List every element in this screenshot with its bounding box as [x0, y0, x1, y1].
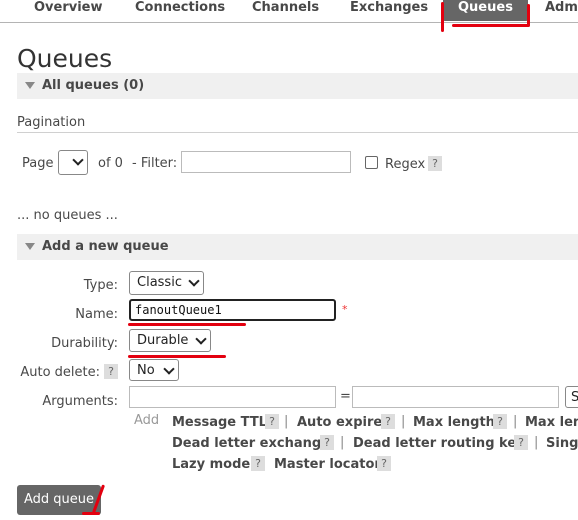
- separator: |: [284, 414, 289, 429]
- arg-max-length[interactable]: Max length: [413, 415, 495, 430]
- add-queue-section-header[interactable]: Add a new queue: [17, 234, 578, 260]
- tab-queues[interactable]: Queues: [443, 0, 528, 21]
- auto-delete-select[interactable]: No: [129, 359, 179, 381]
- filter-input[interactable]: [181, 151, 351, 173]
- arg-master-locator[interactable]: Master locator: [274, 457, 381, 472]
- separator: |: [513, 414, 518, 429]
- help-icon[interactable]: ?: [320, 435, 334, 450]
- page-select[interactable]: [58, 150, 88, 175]
- tab-connections[interactable]: Connections: [135, 0, 225, 21]
- separator: |: [340, 435, 345, 450]
- argument-key-input[interactable]: [129, 386, 336, 408]
- help-icon[interactable]: ?: [428, 156, 442, 171]
- help-icon[interactable]: ?: [493, 414, 507, 429]
- add-queue-button[interactable]: Add queue: [17, 485, 101, 515]
- annotation-mark: [527, 4, 530, 26]
- arg-dead-letter-exchange[interactable]: Dead letter exchange: [172, 436, 330, 451]
- name-input[interactable]: fanoutQueue1: [129, 299, 336, 321]
- chevron-down-icon: [163, 363, 175, 375]
- durability-label: Durability:: [51, 336, 118, 351]
- arg-lazy-mode[interactable]: Lazy mode: [172, 457, 250, 472]
- divider: [17, 132, 578, 133]
- collapse-triangle-icon: [25, 82, 35, 89]
- annotation-underline: [128, 355, 226, 358]
- regex-checkbox[interactable]: [365, 156, 378, 169]
- regex-label: Regex: [385, 157, 426, 172]
- separator: |: [401, 414, 406, 429]
- argument-value-input[interactable]: [352, 386, 559, 408]
- add-queue-header-label: Add a new queue: [42, 239, 169, 254]
- annotation-mark: [441, 2, 444, 32]
- name-label: Name:: [75, 307, 118, 322]
- help-icon[interactable]: ?: [251, 456, 265, 471]
- all-queues-section-header[interactable]: All queues (0): [17, 73, 578, 99]
- annotation-mark: [452, 24, 530, 27]
- type-label: Type:: [83, 278, 118, 293]
- arg-max-length-bytes[interactable]: Max len: [525, 415, 578, 430]
- add-argument-label: Add: [134, 413, 160, 428]
- all-queues-label: All queues (0): [42, 78, 145, 93]
- filter-label: - Filter:: [132, 156, 178, 171]
- arg-dead-letter-routing-key[interactable]: Dead letter routing key: [353, 436, 525, 451]
- chevron-down-icon: [195, 333, 207, 345]
- page-label: Page: [22, 156, 54, 171]
- page-count-label: of 0: [98, 156, 123, 171]
- durability-select[interactable]: Durable: [129, 329, 211, 352]
- arg-message-ttl[interactable]: Message TTL: [172, 415, 267, 430]
- help-icon[interactable]: ?: [377, 456, 391, 471]
- argument-type-select[interactable]: S: [565, 386, 578, 408]
- tab-channels[interactable]: Channels: [252, 0, 319, 21]
- help-icon[interactable]: ?: [514, 435, 528, 450]
- arguments-label: Arguments:: [42, 394, 118, 409]
- help-icon[interactable]: ?: [265, 414, 279, 429]
- arg-single-active-consumer[interactable]: Singl: [546, 436, 578, 451]
- tab-admin[interactable]: Admi: [545, 0, 578, 21]
- equals-sign: =: [340, 389, 351, 404]
- arg-auto-expire[interactable]: Auto expire: [297, 415, 382, 430]
- required-mark: *: [342, 303, 348, 316]
- auto-delete-label: Auto delete:: [20, 365, 100, 380]
- annotation-mark: [82, 512, 100, 515]
- chevron-down-icon: [188, 275, 200, 287]
- help-icon[interactable]: ?: [381, 414, 395, 429]
- chevron-down-icon: [72, 154, 84, 166]
- annotation-underline: [128, 323, 246, 326]
- collapse-triangle-icon: [25, 243, 35, 250]
- page-title: Queues: [17, 44, 113, 73]
- pagination-label: Pagination: [17, 115, 86, 130]
- type-select[interactable]: Classic: [129, 271, 204, 295]
- top-navigation: Overview Connections Channels Exchanges …: [0, 0, 578, 23]
- no-queues-text: ... no queues ...: [17, 208, 118, 223]
- tab-exchanges[interactable]: Exchanges: [350, 0, 428, 21]
- tab-overview[interactable]: Overview: [34, 0, 103, 21]
- separator: |: [534, 435, 539, 450]
- help-icon[interactable]: ?: [104, 364, 118, 379]
